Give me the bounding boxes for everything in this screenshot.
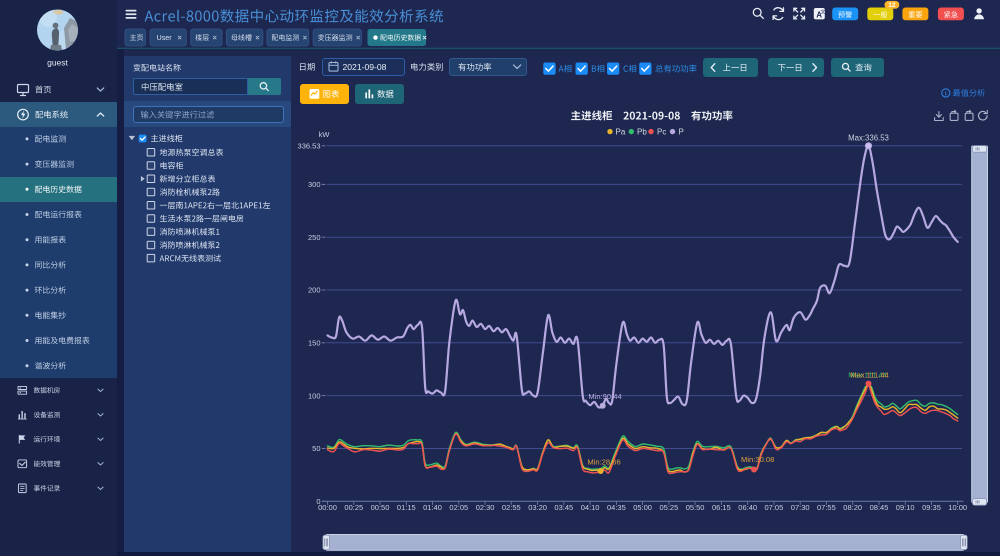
svg-text:03:45: 03:45 — [554, 503, 573, 512]
svg-text:05:00: 05:00 — [633, 503, 652, 512]
svg-text:User: User — [157, 33, 173, 42]
svg-text:06:15: 06:15 — [712, 503, 731, 512]
svg-text:Min:28.66: Min:28.66 — [587, 458, 620, 467]
svg-text:03:20: 03:20 — [528, 503, 547, 512]
svg-text:100: 100 — [308, 391, 321, 400]
svg-text:02:30: 02:30 — [476, 503, 495, 512]
svg-text:05:50: 05:50 — [686, 503, 705, 512]
svg-text:kW: kW — [319, 130, 331, 139]
svg-text:04:10: 04:10 — [581, 503, 600, 512]
svg-text:10:00: 10:00 — [948, 503, 967, 512]
svg-text:08:20: 08:20 — [843, 503, 862, 512]
svg-text:12: 12 — [888, 2, 896, 9]
svg-text:Pb: Pb — [637, 128, 647, 137]
svg-text:06:40: 06:40 — [738, 503, 757, 512]
svg-text:02:55: 02:55 — [502, 503, 521, 512]
svg-text:02:05: 02:05 — [449, 503, 468, 512]
svg-text:50: 50 — [312, 444, 320, 453]
svg-text:00:50: 00:50 — [371, 503, 390, 512]
svg-text:200: 200 — [308, 286, 321, 295]
svg-text:250: 250 — [308, 233, 321, 242]
svg-text:300: 300 — [308, 180, 321, 189]
svg-text:07:30: 07:30 — [791, 503, 810, 512]
svg-text:Min:30.08: Min:30.08 — [741, 455, 774, 464]
svg-text:Pa: Pa — [616, 128, 626, 137]
svg-text:09:35: 09:35 — [922, 503, 941, 512]
svg-text:336.53: 336.53 — [298, 142, 321, 151]
svg-text:P: P — [679, 128, 684, 137]
svg-text:01:15: 01:15 — [397, 503, 416, 512]
svg-text:07:55: 07:55 — [817, 503, 836, 512]
svg-text:Max:336.53: Max:336.53 — [848, 133, 889, 142]
svg-text:08:45: 08:45 — [870, 503, 889, 512]
svg-text:Pc: Pc — [657, 128, 666, 137]
svg-text:Min:90.44: Min:90.44 — [588, 392, 621, 401]
svg-text:05:25: 05:25 — [660, 503, 679, 512]
svg-text:07:05: 07:05 — [765, 503, 784, 512]
svg-text:00:00: 00:00 — [318, 503, 337, 512]
svg-text:04:35: 04:35 — [607, 503, 626, 512]
svg-text:Max:111.44: Max:111.44 — [850, 370, 889, 379]
svg-text:2021-09-08: 2021-09-08 — [343, 62, 387, 72]
svg-text:09:10: 09:10 — [896, 503, 915, 512]
svg-text:A: A — [816, 11, 822, 20]
svg-text:guest: guest — [47, 57, 68, 67]
svg-text:i: i — [945, 91, 947, 98]
svg-text:00:25: 00:25 — [344, 503, 363, 512]
svg-text:150: 150 — [308, 339, 321, 348]
svg-text:01:40: 01:40 — [423, 503, 442, 512]
